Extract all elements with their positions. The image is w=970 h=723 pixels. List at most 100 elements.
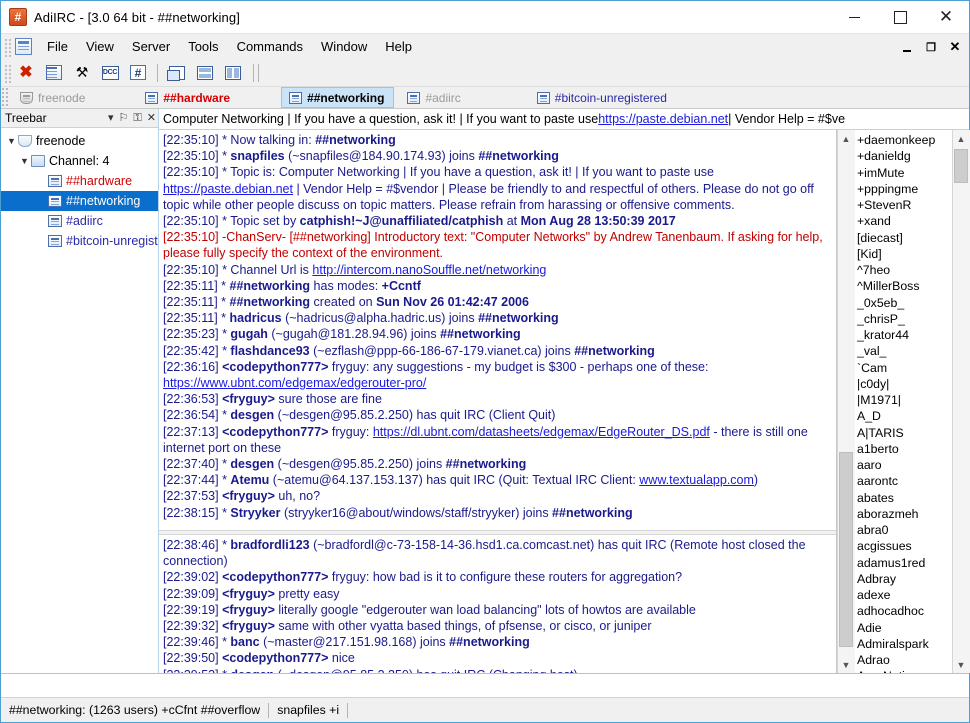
tree-node-networking[interactable]: ##networking (1, 191, 158, 211)
nicklist-item[interactable]: adexe (857, 587, 952, 603)
nicklist-item[interactable]: aarontc (857, 473, 952, 489)
nicklist-item[interactable]: Adbray (857, 571, 952, 587)
tree-node-label: ##hardware (66, 174, 133, 188)
tab-adiirc[interactable]: #adiirc (400, 87, 469, 108)
nicklist-item[interactable]: adamus1red (857, 555, 952, 571)
expand-collapse-icon[interactable]: ▼ (5, 136, 18, 146)
chat-pane-lower[interactable]: [22:38:46] * bradfordli123 (~bradfordl@c… (159, 535, 836, 673)
nicklist-item[interactable]: _val_ (857, 343, 952, 359)
topic-link[interactable]: https://paste.debian.net (598, 112, 728, 126)
toolbar-separator (157, 63, 158, 82)
tree-node-freenode[interactable]: ▼ freenode (1, 131, 158, 151)
dcc-icon[interactable]: DCC (99, 63, 121, 83)
chat-link[interactable]: http://intercom.nanoSouffle.net/networki… (312, 263, 546, 277)
nicklist-item[interactable]: acgissues (857, 538, 952, 554)
chat-message: [22:37:13] <codepython777> fryguy: https… (163, 424, 808, 455)
chat-scrollbar-track[interactable] (837, 147, 855, 656)
mdi-minimize-button[interactable] (895, 36, 919, 58)
tree-node-hardware[interactable]: ##hardware (1, 171, 158, 191)
nicklist-item[interactable]: |M1971| (857, 392, 952, 408)
menu-commands[interactable]: Commands (228, 36, 312, 57)
nicklist-item[interactable]: |c0dy| (857, 376, 952, 392)
nicklist-item[interactable]: +StevenR (857, 197, 952, 213)
scroll-down-arrow-icon[interactable]: ▼ (837, 656, 855, 673)
nicklist-item[interactable]: _chrisP_ (857, 311, 952, 327)
server-list-icon[interactable] (43, 63, 65, 83)
chat-scrollbar[interactable]: ▲ ▼ (837, 130, 855, 673)
nicklist-item[interactable]: a1berto (857, 441, 952, 457)
nicklist-item[interactable]: +danieldg (857, 148, 952, 164)
disconnect-icon[interactable]: ✖ (15, 63, 37, 83)
tab-hardware[interactable]: ##hardware (138, 87, 239, 108)
nicklist-item[interactable]: aaro (857, 457, 952, 473)
nicklist-item[interactable]: _0x5eb_ (857, 295, 952, 311)
nicklist-item[interactable]: abates (857, 490, 952, 506)
chat-link[interactable]: https://dl.ubnt.com/datasheets/edgemax/E… (373, 425, 710, 439)
nicklist-scrollbar[interactable]: ▲ ▼ (952, 130, 970, 673)
nicklist-item[interactable]: +imMute (857, 165, 952, 181)
tab-bitcoin-unregistered[interactable]: #bitcoin-unregistered (530, 87, 676, 108)
tile-horizontal-icon[interactable] (194, 63, 216, 83)
pin-icon[interactable]: ⚐ (119, 113, 129, 124)
tree-node-bitcoin-unregistered[interactable]: #bitcoin-unregistered (1, 231, 158, 251)
tree-node-adiirc[interactable]: #adiirc (1, 211, 158, 231)
nicklist-item[interactable]: abra0 (857, 522, 952, 538)
nicklist-item[interactable]: [Kid] (857, 246, 952, 262)
chat-link[interactable]: www.textualapp.com (639, 473, 754, 487)
window-minimize-button[interactable] (831, 1, 877, 33)
nicklist-scrollbar-track[interactable] (952, 147, 970, 656)
close-icon[interactable]: ✕ (147, 113, 156, 124)
nicklist-item[interactable]: [diecast] (857, 230, 952, 246)
scroll-up-arrow-icon[interactable]: ▲ (837, 130, 855, 147)
menu-file[interactable]: File (38, 36, 77, 57)
nicklist-item[interactable]: Adrao (857, 652, 952, 668)
lock-icon[interactable]: ⚿ (133, 113, 141, 124)
menu-tools[interactable]: Tools (179, 36, 227, 57)
hash-glyph: # (130, 65, 146, 80)
nicklist[interactable]: +daemonkeep +danieldg +imMute +pppingme +Ste… (854, 130, 952, 673)
nicklist-scrollbar-thumb[interactable] (953, 149, 968, 183)
nicklist-item[interactable]: Admiralspark (857, 636, 952, 652)
menu-view[interactable]: View (77, 36, 123, 57)
menu-window[interactable]: Window (312, 36, 376, 57)
nicklist-item[interactable]: aborazmeh (857, 506, 952, 522)
scroll-down-arrow-icon[interactable]: ▼ (952, 656, 970, 673)
timestamp: [22:37:44] (163, 473, 219, 488)
menu-server[interactable]: Server (123, 36, 179, 57)
window-maximize-button[interactable] (877, 1, 923, 33)
channel-window: Computer Networking | If you have a ques… (159, 109, 970, 673)
tab-networking[interactable]: ##networking (281, 87, 395, 108)
nicklist-item[interactable]: ^MillerBoss (857, 278, 952, 294)
switchbar-grip (1, 87, 9, 108)
nicklist-item[interactable]: +xand (857, 213, 952, 229)
message-input[interactable] (159, 674, 969, 697)
nicklist-item[interactable]: +daemonkeep (857, 132, 952, 148)
chat-scrollbar-thumb[interactable] (838, 452, 853, 647)
nicklist-item[interactable]: A|TARIS (857, 425, 952, 441)
chevron-down-icon[interactable]: ▾ (108, 113, 114, 124)
mdi-restore-button[interactable]: ❐ (919, 36, 943, 58)
chat-pane-upper[interactable]: [22:35:10] * Now talking in: ##networkin… (159, 130, 836, 530)
tools-icon[interactable]: ⚒ (71, 63, 93, 83)
window-close-button[interactable]: ✕ (923, 1, 969, 33)
nicklist-item[interactable]: +pppingme (857, 181, 952, 197)
chat-link[interactable]: https://www.ubnt.com/edgemax/edgerouter-… (163, 376, 426, 390)
nicklist-item[interactable]: `Cam (857, 360, 952, 376)
menu-help[interactable]: Help (376, 36, 421, 57)
chat-link[interactable]: https://paste.debian.net (163, 182, 293, 196)
nicklist-item[interactable]: Adie (857, 620, 952, 636)
channel-list-icon[interactable]: # (127, 63, 149, 83)
expand-collapse-icon[interactable]: ▼ (18, 156, 31, 166)
nicklist-item[interactable]: _krator44 (857, 327, 952, 343)
nicklist-item[interactable]: A_D (857, 408, 952, 424)
chat-message: [22:36:54] * desgen (~desgen@95.85.2.250… (163, 408, 556, 423)
tree-node-channel-folder[interactable]: ▼ Channel: 4 (1, 151, 158, 171)
scroll-up-arrow-icon[interactable]: ▲ (952, 130, 970, 147)
mdi-close-button[interactable]: ✕ (943, 36, 967, 58)
nicklist-item[interactable]: ^7heo (857, 262, 952, 278)
topic-bar[interactable]: Computer Networking | If you have a ques… (159, 109, 969, 130)
nicklist-item[interactable]: adhocadhoc (857, 603, 952, 619)
tab-freenode[interactable]: freenode (13, 87, 94, 108)
cascade-windows-icon[interactable] (166, 63, 188, 83)
tile-vertical-icon[interactable] (222, 63, 244, 83)
